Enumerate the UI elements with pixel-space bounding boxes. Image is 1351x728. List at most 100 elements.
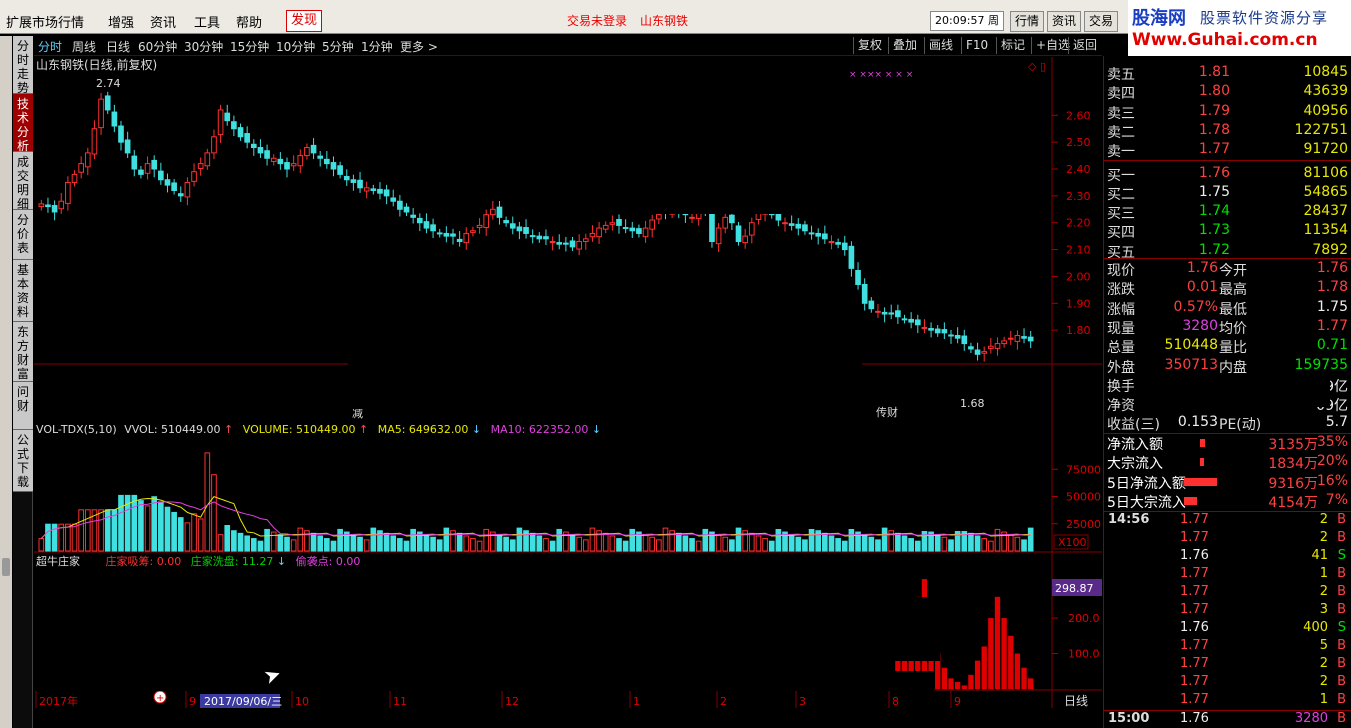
candle bbox=[324, 151, 330, 169]
tab-formula-download[interactable]: 公式下载 bbox=[13, 430, 33, 492]
candle bbox=[390, 189, 397, 207]
order-book-row[interactable]: 买三 1.74 28437 bbox=[1104, 203, 1351, 222]
volume-bar bbox=[470, 538, 476, 552]
period-daily[interactable]: 日线 bbox=[106, 38, 130, 55]
quote-button[interactable]: 行情 bbox=[1010, 11, 1044, 32]
volume-bar bbox=[144, 505, 151, 552]
tab-eastmoney[interactable]: 东方财富 bbox=[13, 322, 33, 382]
quote-panel: 卖五 1.81 10845 卖四 1.80 43639 卖三 1.79 40956 卖… bbox=[1103, 56, 1351, 728]
fund-flow-row: 净流入额 3135万 35% bbox=[1107, 434, 1348, 453]
volume-bar bbox=[390, 535, 397, 552]
volume-tick-label: 75000 bbox=[1066, 463, 1101, 476]
tab-trade-details[interactable]: 成交明细 bbox=[13, 152, 33, 211]
tab-wencai[interactable]: 问财 bbox=[13, 382, 33, 430]
f10-button[interactable]: F10 bbox=[961, 37, 992, 54]
candle bbox=[509, 216, 516, 235]
volume-bar bbox=[164, 506, 171, 552]
volume-bar bbox=[841, 540, 848, 552]
candle bbox=[164, 173, 171, 193]
order-book-row[interactable]: 卖一 1.77 91720 bbox=[1104, 141, 1351, 160]
candle bbox=[928, 322, 934, 338]
volume-bar bbox=[861, 534, 868, 552]
date-tick-label: 8 bbox=[892, 695, 899, 708]
date-tick-label: 2017年 bbox=[39, 694, 78, 708]
order-book-row[interactable]: 买二 1.75 54865 bbox=[1104, 184, 1351, 203]
volume-bar bbox=[184, 522, 191, 552]
candle bbox=[868, 297, 875, 313]
candle bbox=[496, 200, 503, 225]
overlay-button[interactable]: 叠加 bbox=[888, 37, 921, 54]
volume-bar bbox=[231, 530, 237, 552]
volume-bar bbox=[994, 528, 1001, 552]
period-30min[interactable]: 30分钟 bbox=[184, 38, 223, 55]
period-15min[interactable]: 15分钟 bbox=[230, 38, 269, 55]
order-book-row[interactable]: 卖三 1.79 40956 bbox=[1104, 103, 1351, 122]
volume-bar bbox=[762, 538, 768, 552]
order-book-row[interactable]: 买一 1.76 81106 bbox=[1104, 165, 1351, 184]
date-tick-label: 1 bbox=[633, 695, 640, 708]
period-weekly[interactable]: 周线 bbox=[72, 38, 96, 55]
candle bbox=[742, 228, 748, 249]
candle bbox=[91, 120, 98, 160]
obscured-region bbox=[348, 317, 862, 409]
volume-tick-label: 50000 bbox=[1066, 491, 1101, 504]
tab-fundamentals[interactable]: 基本资料 bbox=[13, 260, 33, 322]
y-tick-label: 2.30 bbox=[1066, 190, 1091, 203]
volume-bar bbox=[383, 532, 390, 552]
adjust-button[interactable]: 复权 bbox=[853, 37, 886, 54]
tab-technical-analysis[interactable]: 技术分析 bbox=[13, 94, 33, 153]
period-1min[interactable]: 1分钟 bbox=[361, 38, 393, 55]
volume-bar bbox=[463, 535, 470, 552]
ma10-value: MA10: 622352.00 bbox=[491, 423, 589, 436]
volume-value: VOLUME: 510449.00 bbox=[243, 423, 356, 436]
candle bbox=[523, 219, 529, 239]
period-5min[interactable]: 5分钟 bbox=[322, 38, 354, 55]
candle bbox=[782, 217, 788, 232]
chart-settings-icon[interactable]: ◇ ▯ bbox=[1028, 60, 1046, 73]
candle bbox=[423, 213, 430, 234]
menu-extended-market[interactable]: 扩展市场行情 bbox=[6, 12, 84, 31]
tick-row: 1.77 5B bbox=[1180, 638, 1346, 653]
candle bbox=[118, 120, 124, 151]
draw-line-button[interactable]: 画线 bbox=[924, 37, 957, 54]
menu-news[interactable]: 资讯 bbox=[150, 12, 176, 31]
period-intraday[interactable]: 分时 bbox=[38, 38, 62, 55]
menu-tools[interactable]: 工具 bbox=[194, 12, 220, 31]
candle bbox=[416, 213, 423, 232]
volume-bar bbox=[264, 528, 270, 552]
event-tag-report[interactable]: 传财 bbox=[876, 405, 898, 419]
volume-bar bbox=[138, 500, 144, 552]
order-book-row[interactable]: 卖五 1.81 10845 bbox=[1104, 64, 1351, 83]
order-book-row[interactable]: 卖四 1.80 43639 bbox=[1104, 83, 1351, 102]
period-10min[interactable]: 10分钟 bbox=[276, 38, 315, 55]
volume-bar bbox=[642, 534, 649, 552]
order-price: 1.74 bbox=[1198, 203, 1230, 220]
trade-button[interactable]: 交易 bbox=[1084, 11, 1118, 32]
order-book-row[interactable]: 买四 1.73 11354 bbox=[1104, 222, 1351, 241]
tab-intraday[interactable]: 分时走势 bbox=[13, 36, 33, 95]
candle bbox=[835, 238, 841, 249]
obscured-region bbox=[504, 182, 860, 214]
panel-grip-handle[interactable] bbox=[2, 558, 10, 576]
tab-price-table[interactable]: 分价表 bbox=[13, 210, 33, 260]
menu-enhance[interactable]: 增强 bbox=[108, 12, 134, 31]
candle bbox=[855, 262, 861, 290]
period-more[interactable]: 更多 > bbox=[400, 38, 438, 55]
volume-bar bbox=[496, 534, 503, 552]
mark-button[interactable]: 标记 bbox=[996, 37, 1029, 54]
volume-bar bbox=[211, 474, 217, 552]
order-book-row[interactable]: 卖二 1.78 122751 bbox=[1104, 122, 1351, 141]
date-tick-label: 3 bbox=[799, 695, 806, 708]
candle bbox=[788, 215, 795, 231]
candle bbox=[436, 228, 443, 238]
chart-area[interactable]: 山东钢铁(日线,前复权) 2.74 1.68 减 传财 2.60 2.50 2.40… bbox=[34, 57, 1102, 708]
volume-bar bbox=[237, 532, 244, 552]
menu-help[interactable]: 帮助 bbox=[236, 12, 262, 31]
candle bbox=[144, 156, 151, 180]
candle bbox=[941, 322, 948, 340]
news-button[interactable]: 资讯 bbox=[1047, 11, 1081, 32]
period-60min[interactable]: 60分钟 bbox=[138, 38, 177, 55]
back-button[interactable]: 返回 bbox=[1068, 37, 1101, 54]
discover-button[interactable]: 发现 bbox=[286, 10, 322, 32]
candle bbox=[629, 221, 636, 239]
